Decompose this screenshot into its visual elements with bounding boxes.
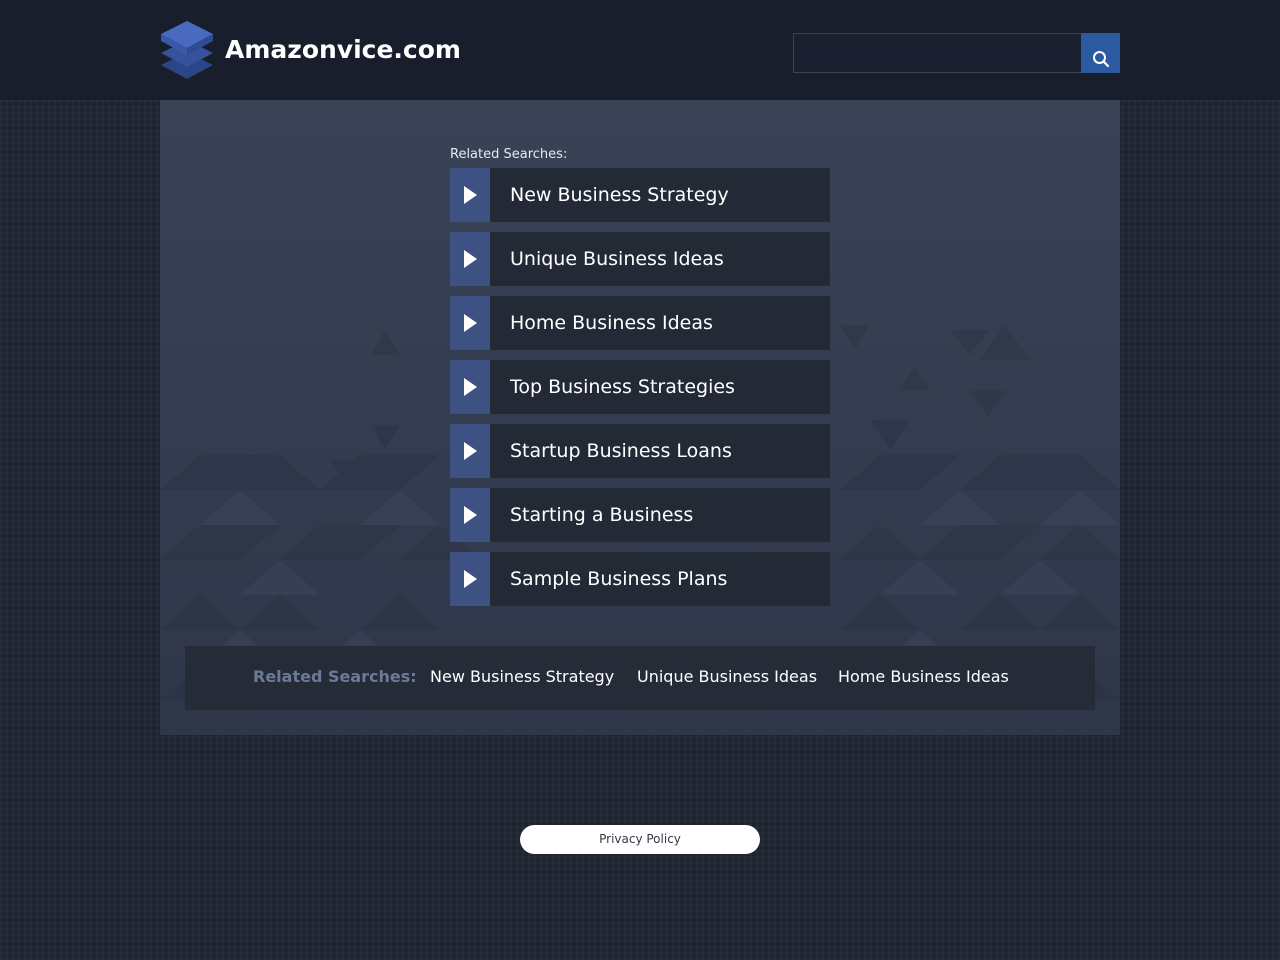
play-arrow-icon: [464, 314, 477, 332]
arrow-box: [450, 424, 490, 478]
arrow-box: [450, 360, 490, 414]
arrow-box: [450, 168, 490, 222]
bottom-related-bar: Related Searches: New Business Strategy …: [185, 646, 1095, 710]
play-arrow-icon: [464, 186, 477, 204]
arrow-box: [450, 296, 490, 350]
bottom-link-unique-business-ideas[interactable]: Unique Business Ideas: [637, 646, 817, 708]
search-input[interactable]: [793, 33, 1081, 73]
stacked-layers-icon[interactable]: [160, 20, 214, 80]
related-link-home-business-ideas[interactable]: Home Business Ideas: [450, 296, 830, 350]
related-searches-heading: Related Searches:: [450, 147, 568, 162]
related-link-label: Starting a Business: [510, 504, 694, 526]
main-panel: Related Searches: New Business Strategy …: [160, 100, 1120, 735]
related-link-label: Unique Business Ideas: [510, 248, 724, 270]
related-searches-list: New Business Strategy Unique Business Id…: [450, 168, 830, 616]
related-link-top-business-strategies[interactable]: Top Business Strategies: [450, 360, 830, 414]
related-link-label: Home Business Ideas: [510, 312, 713, 334]
related-link-label: Startup Business Loans: [510, 440, 732, 462]
site-title[interactable]: Amazonvice.com: [225, 33, 461, 67]
related-link-unique-business-ideas[interactable]: Unique Business Ideas: [450, 232, 830, 286]
related-link-sample-business-plans[interactable]: Sample Business Plans: [450, 552, 830, 606]
play-arrow-icon: [464, 506, 477, 524]
play-arrow-icon: [464, 442, 477, 460]
arrow-box: [450, 232, 490, 286]
arrow-box: [450, 552, 490, 606]
related-link-label: Sample Business Plans: [510, 568, 728, 590]
site-header: Amazonvice.com: [0, 0, 1280, 100]
bottom-related-label: Related Searches:: [253, 667, 417, 686]
related-link-label: Top Business Strategies: [510, 376, 735, 398]
search-button[interactable]: [1081, 33, 1120, 73]
related-link-starting-a-business[interactable]: Starting a Business: [450, 488, 830, 542]
play-arrow-icon: [464, 250, 477, 268]
related-link-new-business-strategy[interactable]: New Business Strategy: [450, 168, 830, 222]
bottom-link-home-business-ideas[interactable]: Home Business Ideas: [838, 646, 1009, 708]
privacy-policy-button[interactable]: Privacy Policy: [520, 825, 760, 854]
bottom-link-new-business-strategy[interactable]: New Business Strategy: [430, 646, 614, 708]
related-link-label: New Business Strategy: [510, 184, 729, 206]
play-arrow-icon: [464, 378, 477, 396]
related-link-startup-business-loans[interactable]: Startup Business Loans: [450, 424, 830, 478]
arrow-box: [450, 488, 490, 542]
search-icon: [1092, 50, 1109, 67]
play-arrow-icon: [464, 570, 477, 588]
